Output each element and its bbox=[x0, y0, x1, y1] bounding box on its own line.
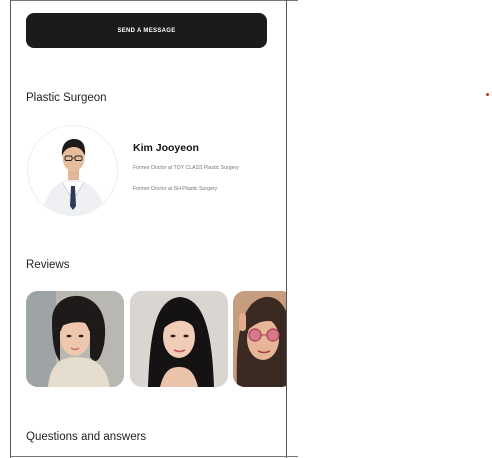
qa-section-title: Questions and answers bbox=[26, 431, 147, 443]
frame-right-border bbox=[286, 0, 287, 458]
surgeon-section-title: Plastic Surgeon bbox=[26, 92, 107, 104]
review-photo-1-icon bbox=[26, 291, 124, 387]
red-dot-marker bbox=[486, 93, 489, 96]
review-photo-2-icon bbox=[130, 291, 228, 387]
review-card[interactable] bbox=[26, 291, 124, 387]
surgeon-career-line: Former Doctor at SH Plastic Surgery bbox=[133, 186, 218, 192]
frame-bottom-border bbox=[10, 456, 298, 457]
reviews-section-title: Reviews bbox=[26, 259, 70, 271]
send-message-button[interactable]: SEND A MESSAGE bbox=[26, 13, 267, 48]
surgeon-name: Kim Jooyeon bbox=[133, 142, 199, 154]
mobile-page: SEND A MESSAGE Plastic Surgeon Kim Jooye… bbox=[11, 1, 286, 456]
surgeon-portrait-icon bbox=[28, 126, 117, 215]
surgeon-avatar[interactable] bbox=[27, 125, 118, 216]
review-photo-3-icon bbox=[233, 291, 286, 387]
review-card[interactable] bbox=[130, 291, 228, 387]
review-card[interactable] bbox=[233, 291, 286, 387]
surgeon-career-line: Former Doctor at TOY CLASS Plastic Surge… bbox=[133, 165, 239, 171]
